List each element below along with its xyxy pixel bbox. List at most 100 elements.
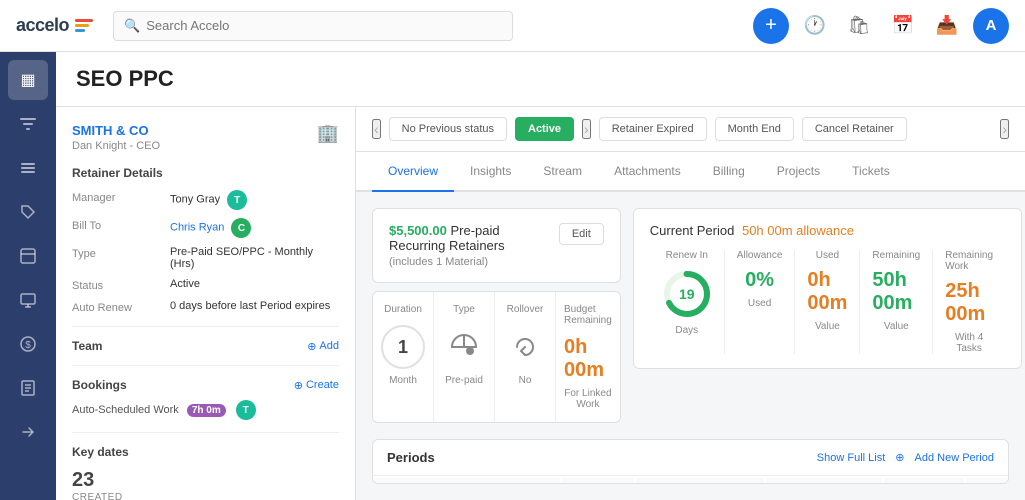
sidebar: ▦ $ — [0, 52, 56, 500]
used-footer: Value — [815, 321, 840, 332]
retainer-panel: $5,500.00 Pre-paid Recurring Retainers (… — [372, 208, 621, 423]
renew-in-stat: Renew In 19 Days — [650, 250, 725, 354]
no-previous-button[interactable]: No Previous status — [389, 117, 507, 141]
next-status-arrow[interactable]: › — [582, 119, 591, 139]
current-period-header: Current Period 50h 00m allowance — [650, 223, 1005, 238]
cancel-retainer-button[interactable]: Cancel Retainer — [802, 117, 907, 141]
manager-row: Manager Tony Gray T — [72, 190, 339, 210]
tab-insights[interactable]: Insights — [454, 152, 527, 192]
col-tasks: Tasks — [766, 478, 882, 484]
divider-2 — [72, 365, 339, 366]
type-icon — [442, 325, 486, 369]
duration-footer: Month — [389, 375, 417, 386]
retainer-title: $5,500.00 Pre-paid Recurring Retainers — [389, 223, 559, 253]
col-periods: 📅 Periods — [375, 478, 560, 484]
remaining-header: Remaining — [872, 250, 920, 261]
bag-button[interactable]: 🛍 — [841, 8, 877, 44]
sidebar-item-list[interactable] — [8, 148, 48, 188]
retainer-info-card: $5,500.00 Pre-paid Recurring Retainers (… — [372, 208, 621, 283]
sidebar-item-arrow[interactable] — [8, 412, 48, 452]
status-bar: ‹ No Previous status Active › Retainer E… — [356, 107, 1025, 152]
page-header: SEO PPC — [56, 52, 1025, 107]
divider-1 — [72, 326, 339, 327]
calendar-button[interactable]: 📅 — [885, 8, 921, 44]
created-date: 23 CREATED — [72, 469, 123, 500]
key-dates-row: 23 CREATED — [72, 469, 339, 500]
duration-circle: 1 — [381, 325, 425, 369]
rollover-footer: No — [519, 375, 532, 386]
avatar-button[interactable]: A — [973, 8, 1009, 44]
tab-tickets[interactable]: Tickets — [836, 152, 906, 192]
add-button[interactable]: + — [753, 8, 789, 44]
periods-section: Periods Show Full List ⊕ Add New Period — [372, 439, 1009, 484]
main: SEO PPC SMITH & CO Dan Knight - CEO 🏢 Re… — [56, 52, 1025, 500]
prev-status-arrow[interactable]: ‹ — [372, 119, 381, 139]
plus-icon: ⊕ — [307, 340, 316, 353]
used-header: Used — [816, 250, 839, 261]
add-new-period-icon: ⊕ — [895, 451, 904, 464]
client-subtitle: Dan Knight - CEO — [72, 140, 160, 152]
left-panel: SMITH & CO Dan Knight - CEO 🏢 Retainer D… — [56, 107, 356, 500]
client-name[interactable]: SMITH & CO — [72, 123, 160, 138]
sidebar-item-tag[interactable] — [8, 192, 48, 232]
tab-attachments[interactable]: Attachments — [598, 152, 697, 192]
rollover-header: Rollover — [507, 304, 544, 315]
sidebar-item-monitor[interactable] — [8, 280, 48, 320]
bookings-avatar: T — [236, 400, 256, 420]
bill-to-row: Bill To Chris Ryan C — [72, 218, 339, 238]
auto-renew-label: Auto Renew — [72, 300, 162, 314]
search-box[interactable]: 🔍 — [113, 11, 513, 41]
add-new-period-link[interactable]: Add New Period — [915, 452, 995, 464]
bookings-section-header: Bookings ⊕ Create — [72, 378, 339, 392]
duration-header: Duration — [384, 304, 422, 315]
sidebar-item-filter[interactable] — [8, 104, 48, 144]
edit-button[interactable]: Edit — [559, 223, 604, 245]
stats-grid: Duration 1 Month Type — [372, 291, 621, 423]
logo-line-1 — [75, 19, 93, 22]
logo-line-2 — [75, 24, 89, 27]
retainer-details-title: Retainer Details — [72, 166, 339, 180]
client-header: SMITH & CO Dan Knight - CEO 🏢 — [72, 123, 339, 152]
logo-line-3 — [75, 29, 85, 32]
duration-stat: Duration 1 Month — [373, 292, 434, 422]
team-add-link[interactable]: ⊕ Add — [307, 340, 339, 353]
period-stats-grid: Renew In 19 Days — [650, 250, 1005, 354]
periods-table: 📅 Periods Status Usage Tasks Invoice — [373, 476, 1008, 484]
retainer-expired-button[interactable]: Retainer Expired — [599, 117, 707, 141]
top-nav: accelo 🔍 + 🕐 🛍 📅 📥 A — [0, 0, 1025, 52]
search-input[interactable] — [146, 18, 502, 33]
sidebar-item-retainer[interactable] — [8, 236, 48, 276]
create-icon: ⊕ — [294, 379, 303, 392]
tab-projects[interactable]: Projects — [761, 152, 836, 192]
tab-billing[interactable]: Billing — [697, 152, 761, 192]
renew-in-value: 19 — [679, 286, 695, 302]
sidebar-item-dashboard[interactable]: ▦ — [8, 60, 48, 100]
far-next-arrow[interactable]: › — [1000, 119, 1009, 139]
current-period-panel: Current Period 50h 00m allowance Renew I… — [633, 208, 1022, 423]
auto-scheduled-badge: 7h 0m — [187, 404, 226, 417]
type-label: Type — [72, 246, 162, 270]
clock-button[interactable]: 🕐 — [797, 8, 833, 44]
sidebar-item-dollar[interactable]: $ — [8, 324, 48, 364]
sidebar-item-report[interactable] — [8, 368, 48, 408]
key-dates-title: Key dates — [72, 445, 339, 459]
tray-button[interactable]: 📥 — [929, 8, 965, 44]
month-end-button[interactable]: Month End — [715, 117, 794, 141]
right-panel: ‹ No Previous status Active › Retainer E… — [356, 107, 1025, 500]
overview-content: $5,500.00 Pre-paid Recurring Retainers (… — [356, 192, 1025, 500]
manager-label: Manager — [72, 190, 162, 210]
app-layout: ▦ $ SEO PPC — [0, 52, 1025, 500]
col-usage: Usage — [636, 478, 764, 484]
manager-avatar: T — [227, 190, 247, 210]
bookings-create-link[interactable]: ⊕ Create — [294, 379, 339, 392]
active-status-button[interactable]: Active — [515, 117, 574, 141]
auto-renew-value: 0 days before last Period expires — [170, 300, 339, 314]
divider-3 — [72, 432, 339, 433]
tab-overview[interactable]: Overview — [372, 152, 454, 192]
top-panels: $5,500.00 Pre-paid Recurring Retainers (… — [372, 208, 1009, 423]
bill-to-label: Bill To — [72, 218, 162, 238]
tab-stream[interactable]: Stream — [527, 152, 598, 192]
show-full-list-link[interactable]: Show Full List — [817, 452, 885, 464]
budget-header: Budget Remaining — [564, 304, 612, 326]
status-row: Status Active — [72, 278, 339, 292]
